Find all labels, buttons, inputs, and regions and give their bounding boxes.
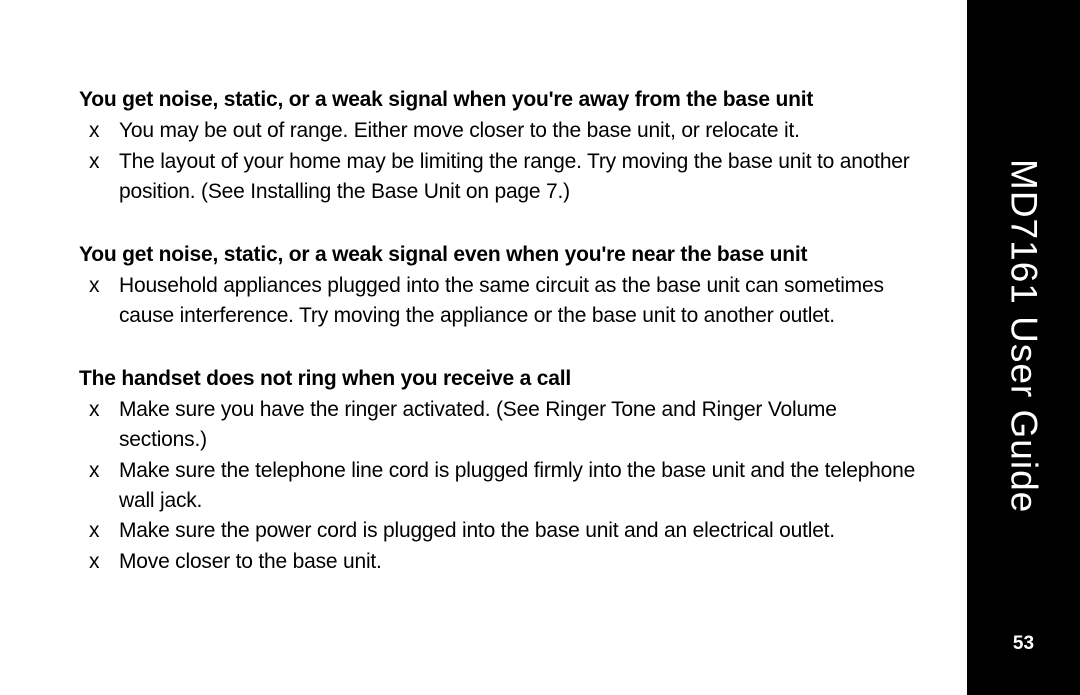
bullet-list: x Household appliances plugged into the … xyxy=(79,271,927,331)
bullet-text: Household appliances plugged into the sa… xyxy=(119,271,927,331)
bullet-marker-icon: x xyxy=(79,147,119,207)
bullet-text: Make sure the power cord is plugged into… xyxy=(119,516,927,546)
list-item: x The layout of your home may be limitin… xyxy=(79,147,927,207)
bullet-list: x Make sure you have the ringer activate… xyxy=(79,395,927,577)
bullet-marker-icon: x xyxy=(79,547,119,577)
section-no-ring: The handset does not ring when you recei… xyxy=(79,365,927,577)
section-title: You get noise, static, or a weak signal … xyxy=(79,86,927,114)
list-item: x You may be out of range. Either move c… xyxy=(79,116,927,146)
bullet-marker-icon: x xyxy=(79,516,119,546)
section-away-from-base: You get noise, static, or a weak signal … xyxy=(79,86,927,207)
bullet-list: x You may be out of range. Either move c… xyxy=(79,116,927,206)
section-near-base: You get noise, static, or a weak signal … xyxy=(79,241,927,331)
list-item: x Make sure the telephone line cord is p… xyxy=(79,456,927,516)
list-item: x Make sure you have the ringer activate… xyxy=(79,395,927,455)
list-item: x Move closer to the base unit. xyxy=(79,547,927,577)
bullet-marker-icon: x xyxy=(79,116,119,146)
sidebar-title: MD7161 User Guide xyxy=(1003,159,1045,513)
bullet-marker-icon: x xyxy=(79,456,119,516)
page-number: 53 xyxy=(1013,633,1034,655)
bullet-text: You may be out of range. Either move clo… xyxy=(119,116,927,146)
page-container: You get noise, static, or a weak signal … xyxy=(0,0,1080,695)
bullet-text: Move closer to the base unit. xyxy=(119,547,927,577)
list-item: x Household appliances plugged into the … xyxy=(79,271,927,331)
section-title: You get noise, static, or a weak signal … xyxy=(79,241,927,269)
sidebar: MD7161 User Guide 53 xyxy=(967,0,1080,695)
list-item: x Make sure the power cord is plugged in… xyxy=(79,516,927,546)
bullet-text: Make sure you have the ringer activated.… xyxy=(119,395,927,455)
bullet-text: Make sure the telephone line cord is plu… xyxy=(119,456,927,516)
bullet-marker-icon: x xyxy=(79,271,119,331)
bullet-text: The layout of your home may be limiting … xyxy=(119,147,927,207)
bullet-marker-icon: x xyxy=(79,395,119,455)
section-title: The handset does not ring when you recei… xyxy=(79,365,927,393)
main-content: You get noise, static, or a weak signal … xyxy=(0,0,967,695)
